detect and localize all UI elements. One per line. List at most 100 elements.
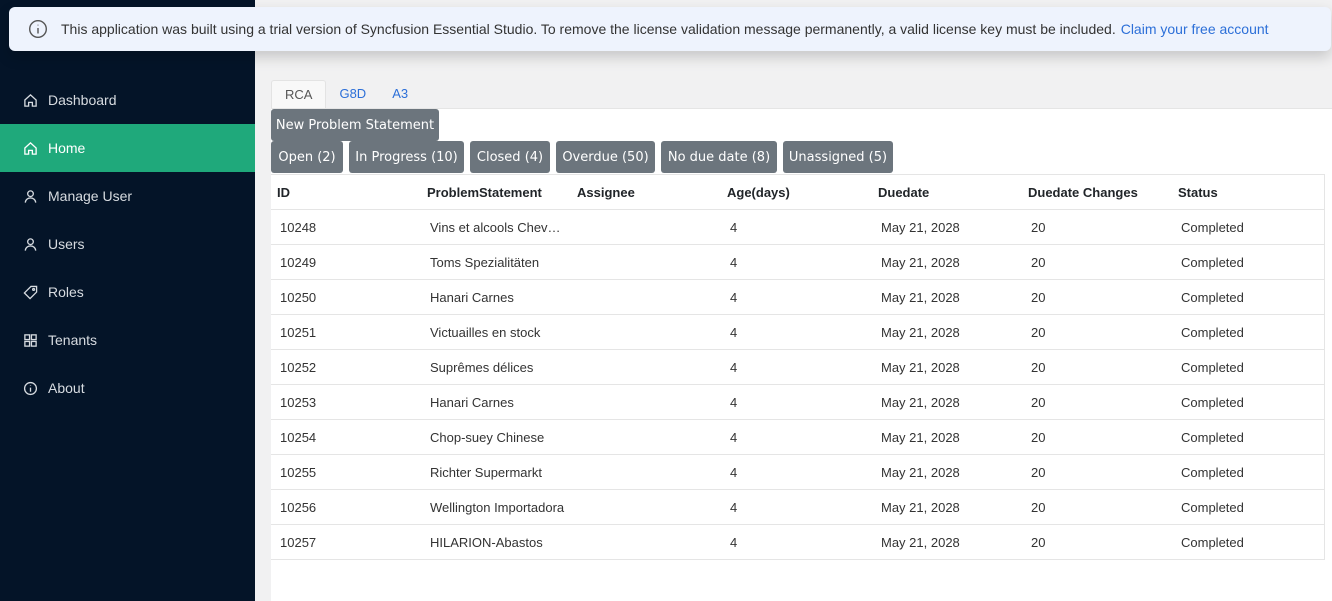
sidebar-item-about[interactable]: About — [0, 364, 255, 412]
cell-age: 4 — [730, 464, 738, 480]
cell-status: Completed — [1181, 254, 1244, 270]
filter-unassigned-button[interactable]: Unassigned (5) — [783, 141, 893, 173]
tab-bar: RCA G8D A3 — [271, 80, 421, 108]
cell-problem-statement: Toms Spezialitäten — [430, 254, 540, 270]
grid-icon — [22, 332, 38, 348]
sidebar-nav: Dashboard Home Manage User Users Roles T… — [0, 76, 255, 412]
cell-age: 4 — [730, 359, 738, 375]
sidebar-item-roles[interactable]: Roles — [0, 268, 255, 316]
cell-status: Completed — [1181, 359, 1244, 375]
cell-id: 10257 — [280, 534, 317, 550]
user-icon — [22, 236, 38, 252]
tab-g8d[interactable]: G8D — [326, 80, 379, 108]
cell-problem-statement: Hanari Carnes — [430, 394, 514, 410]
cell-duedate: May 21, 2028 — [881, 429, 960, 445]
cell-duedate-changes: 20 — [1031, 394, 1046, 410]
cell-duedate-changes: 20 — [1031, 429, 1046, 445]
cell-duedate: May 21, 2028 — [881, 219, 960, 235]
cell-age: 4 — [730, 219, 738, 235]
cell-status: Completed — [1181, 464, 1244, 480]
table-row[interactable]: 10249 Toms Spezialitäten 4 May 21, 2028 20 Co… — [271, 245, 1324, 280]
sidebar-item-label: Roles — [48, 284, 84, 300]
cell-age: 4 — [730, 394, 738, 410]
grid-header: ID ProblemStatement Assignee Age(days) D… — [271, 175, 1324, 210]
column-header-duedate[interactable]: Duedate — [872, 185, 1022, 200]
cell-id: 10255 — [280, 464, 317, 480]
cell-id: 10256 — [280, 499, 317, 515]
sidebar-item-manage-user[interactable]: Manage User — [0, 172, 255, 220]
filter-overdue-button[interactable]: Overdue (50) — [556, 141, 655, 173]
sidebar-item-label: Home — [48, 140, 86, 156]
column-header-assignee[interactable]: Assignee — [571, 185, 721, 200]
column-header-problem-statement[interactable]: ProblemStatement — [421, 185, 571, 200]
table-row[interactable]: 10254 Chop-suey Chinese 4 May 21, 2028 20 Com… — [271, 420, 1324, 455]
claim-account-link[interactable]: Claim your free account — [1121, 21, 1269, 37]
cell-problem-statement: HILARION-Abastos — [430, 534, 543, 550]
home-icon — [22, 92, 38, 108]
cell-age: 4 — [730, 429, 738, 445]
cell-problem-statement: Wellington Importadora — [430, 499, 565, 515]
cell-duedate-changes: 20 — [1031, 254, 1046, 270]
info-icon — [22, 380, 38, 396]
cell-duedate: May 21, 2028 — [881, 359, 960, 375]
sidebar-item-home[interactable]: Home — [0, 124, 255, 172]
cell-problem-statement: Richter Supermarkt — [430, 464, 542, 480]
cell-age: 4 — [730, 324, 738, 340]
sidebar-item-label: Dashboard — [48, 92, 117, 108]
cell-status: Completed — [1181, 219, 1244, 235]
cell-age: 4 — [730, 534, 738, 550]
cell-duedate: May 21, 2028 — [881, 534, 960, 550]
filter-no-due-date-button[interactable]: No due date (8) — [661, 141, 777, 173]
column-header-duedate-changes[interactable]: Duedate Changes — [1022, 185, 1172, 200]
cell-duedate: May 21, 2028 — [881, 289, 960, 305]
sidebar-item-dashboard[interactable]: Dashboard — [0, 76, 255, 124]
table-row[interactable]: 10250 Hanari Carnes 4 May 21, 2028 20 Complet… — [271, 280, 1324, 315]
cell-problem-statement: Chop-suey Chinese — [430, 429, 545, 445]
filter-in-progress-button[interactable]: In Progress (10) — [349, 141, 464, 173]
column-header-status[interactable]: Status — [1172, 185, 1324, 200]
column-header-age[interactable]: Age(days) — [721, 185, 872, 200]
table-row[interactable]: 10257 HILARION-Abastos 4 May 21, 2028 20 Comp… — [271, 525, 1324, 560]
home-icon — [22, 140, 38, 156]
sidebar-item-users[interactable]: Users — [0, 220, 255, 268]
info-icon — [28, 19, 48, 39]
cell-duedate: May 21, 2028 — [881, 394, 960, 410]
table-row[interactable]: 10252 Suprêmes délices 4 May 21, 2028 20 Comp… — [271, 350, 1324, 385]
cell-status: Completed — [1181, 499, 1244, 515]
tab-a3[interactable]: A3 — [379, 80, 421, 108]
cell-status: Completed — [1181, 534, 1244, 550]
cell-id: 10253 — [280, 394, 317, 410]
tab-rca[interactable]: RCA — [271, 80, 327, 108]
cell-duedate-changes: 20 — [1031, 464, 1046, 480]
table-row[interactable]: 10248 Vins et alcools Chevalier 4 May 21, 2… — [271, 210, 1324, 245]
filter-open-button[interactable]: Open (2) — [271, 141, 343, 173]
cell-duedate-changes: 20 — [1031, 499, 1046, 515]
cell-duedate-changes: 20 — [1031, 289, 1046, 305]
cell-id: 10251 — [280, 324, 317, 340]
filter-closed-button[interactable]: Closed (4) — [470, 141, 550, 173]
grid-body: 10248 Vins et alcools Chevalier 4 May 21, 2… — [271, 210, 1324, 560]
new-problem-statement-button[interactable]: New Problem Statement — [271, 109, 439, 141]
cell-id: 10254 — [280, 429, 317, 445]
sidebar-item-tenants[interactable]: Tenants — [0, 316, 255, 364]
cell-id: 10249 — [280, 254, 317, 270]
license-banner: This application was built using a trial… — [9, 7, 1331, 51]
sidebar-item-label: Tenants — [48, 332, 98, 348]
sidebar-item-label: Manage User — [48, 188, 133, 204]
table-row[interactable]: 10253 Hanari Carnes 4 May 21, 2028 20 Complet… — [271, 385, 1324, 420]
cell-age: 4 — [730, 254, 738, 270]
sidebar-item-label: Users — [48, 236, 85, 252]
table-row[interactable]: 10256 Wellington Importadora 4 May 21, 2028… — [271, 490, 1324, 525]
cell-status: Completed — [1181, 429, 1244, 445]
cell-problem-statement: Hanari Carnes — [430, 289, 514, 305]
tag-icon — [22, 284, 38, 300]
table-row[interactable]: 10255 Richter Supermarkt 4 May 21, 2028 20 Co… — [271, 455, 1324, 490]
column-header-id[interactable]: ID — [271, 185, 421, 200]
cell-status: Completed — [1181, 324, 1244, 340]
cell-id: 10248 — [280, 219, 317, 235]
cell-duedate: May 21, 2028 — [881, 324, 960, 340]
cell-duedate-changes: 20 — [1031, 324, 1046, 340]
cell-problem-statement: Suprêmes délices — [430, 359, 534, 375]
user-icon — [22, 188, 38, 204]
table-row[interactable]: 10251 Victuailles en stock 4 May 21, 2028 20… — [271, 315, 1324, 350]
